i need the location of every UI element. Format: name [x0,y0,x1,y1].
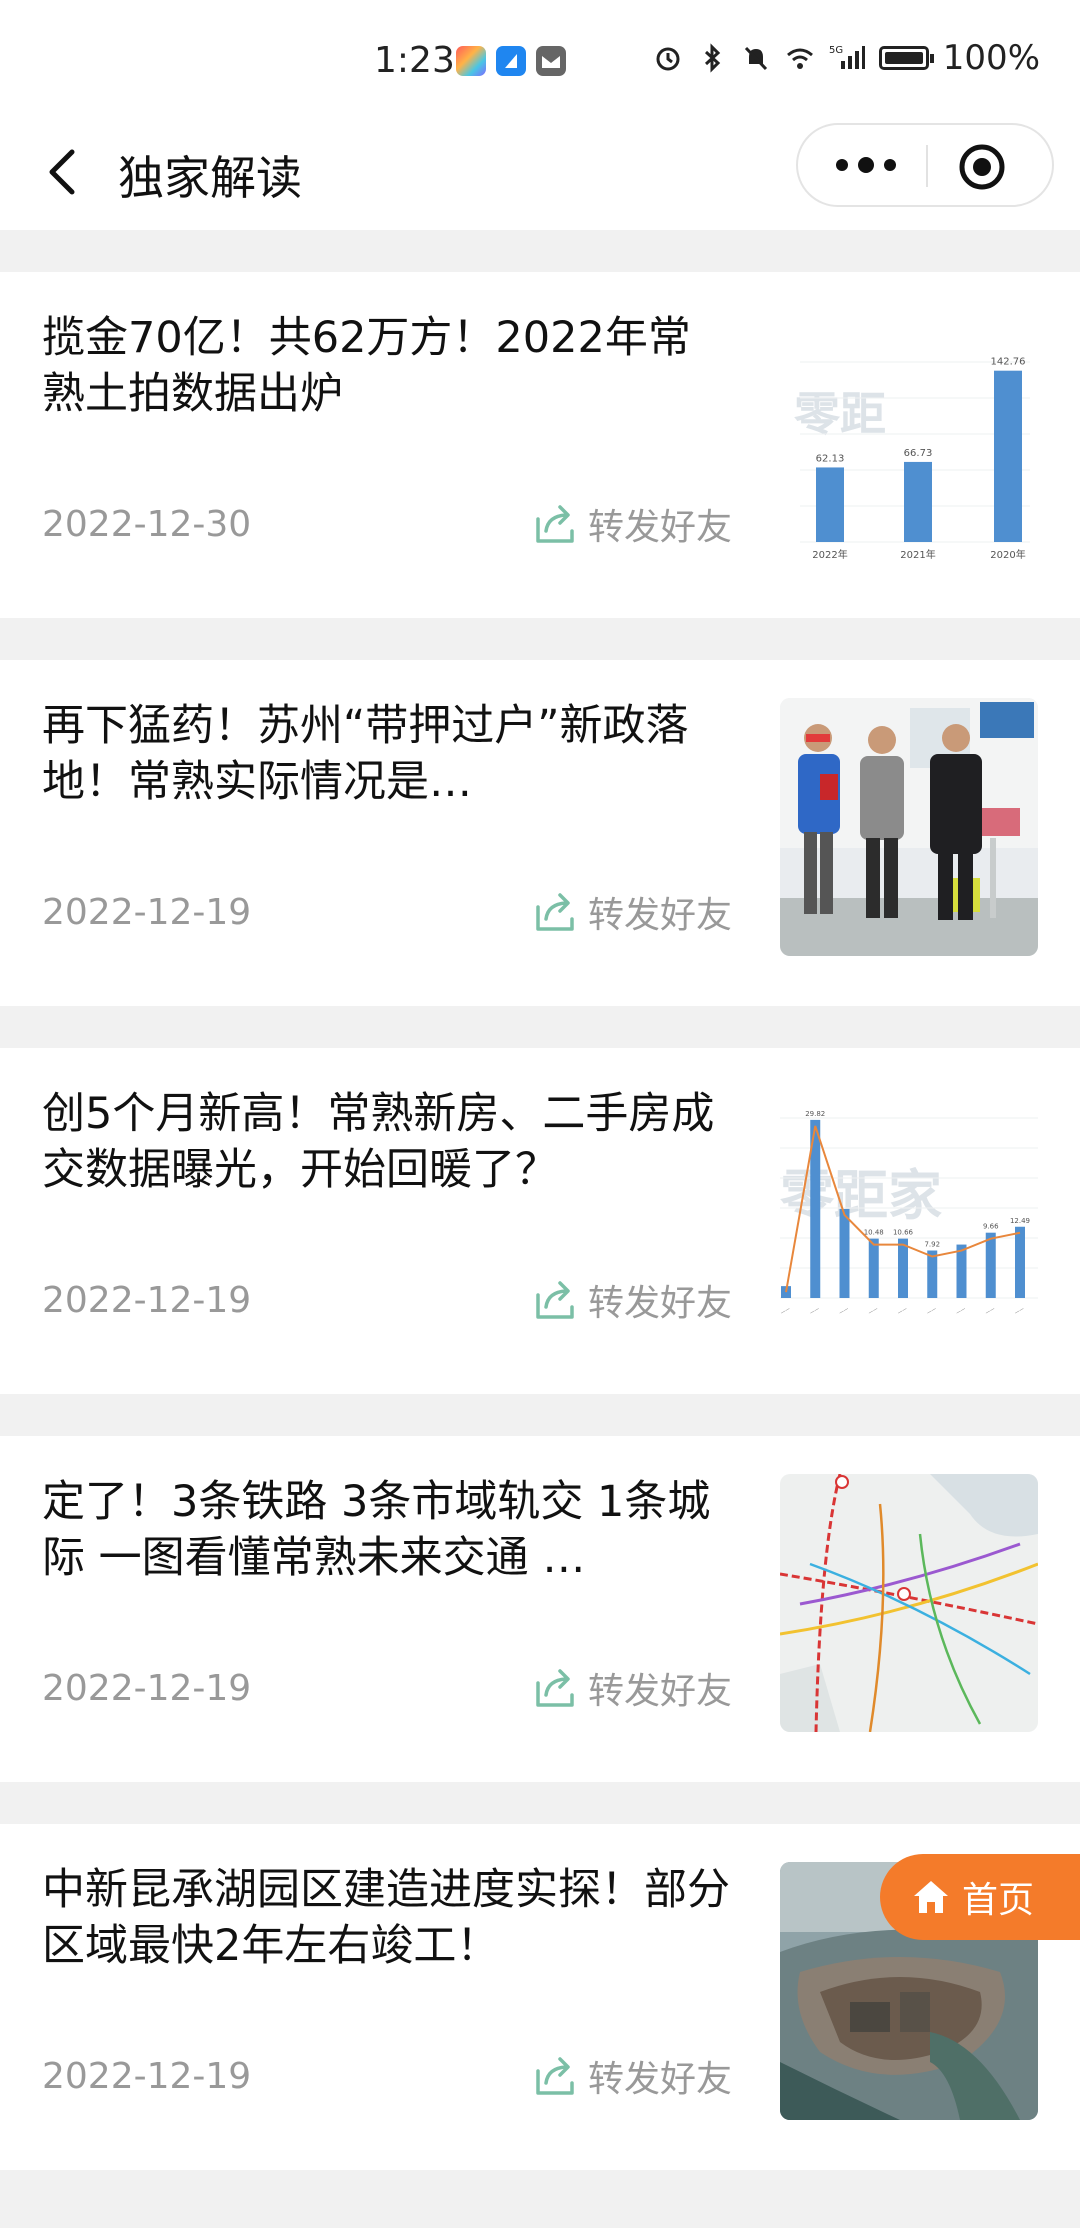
bar-value-label: 12.49 [1010,1217,1030,1225]
chart-watermark: 零距家 [780,1164,942,1227]
bar-value-label: 62.13 [816,453,845,464]
article-card[interactable]: 创5个月新高！常熟新房、二手房成交数据曝光，开始回暖了？ 2022-12-19 转发… [0,1048,1080,1394]
share-label: 转发好友 [588,507,733,548]
article-card[interactable]: 定了！3条铁路 3条市域轨交 1条城际 一图看懂常熟未来交通 … 2022-12-… [0,1436,1080,1782]
capsule-divider [926,145,928,187]
status-right: 5G 100% [653,38,1040,78]
alarm-icon [656,47,680,71]
bar-category-label: —— [897,1306,909,1316]
chart-bar [839,1208,850,1298]
blue-app-icon [496,46,526,76]
mute-icon [744,46,767,71]
bar-category-label: —— [838,1306,850,1316]
share-button[interactable]: 转发好友 [532,888,732,936]
share-icon [536,505,574,543]
share-label: 转发好友 [588,2059,733,2100]
signal-5g-icon: 5G [829,45,865,69]
article-date: 2022-12-19 [42,2056,252,2097]
bar-category-label: 2020年 [990,548,1025,561]
bar-value-label: 10.48 [864,1229,884,1237]
article-card[interactable]: 再下猛药！苏州“带押过户”新政落地！常熟实际情况是… 2022-12-19 转发好友 [0,660,1080,1006]
nav-bar: 独家解读 [0,120,1080,230]
bar-value-label: 9.66 [983,1223,999,1231]
chart-bar [927,1250,938,1298]
wifi-icon [786,48,813,69]
article-thumbnail[interactable] [780,1474,1038,1732]
status-bar: 1:23 5G 100% [0,0,1080,120]
map-thumb [780,1474,1038,1732]
article-date: 2022-12-30 [42,504,252,545]
article-thumbnail[interactable]: 零距家 —— 29.82 —— —— 10.48 —— 10.66 —— 7.92 —— —— 9.66… [780,1086,1038,1344]
article-card[interactable]: 揽金70亿！共62万方！2022年常熟土拍数据出炉 2022-12-30 转发好友 零… [0,272,1080,618]
bar-category-label: —— [984,1306,996,1316]
chart-bar [898,1238,908,1298]
share-button[interactable]: 转发好友 [532,1276,732,1324]
share-icon [536,893,574,931]
chart-bar [816,467,844,542]
bar-category-label: 2022年 [812,548,847,561]
article-thumbnail[interactable] [780,698,1038,956]
chart-bar [994,370,1022,542]
bar-value-label: 142.76 [991,357,1026,368]
share-button[interactable]: 转发好友 [532,2052,732,2100]
share-label: 转发好友 [588,1671,733,1712]
status-time: 1:23 [374,40,455,81]
bar-category-label: —— [780,1306,791,1316]
share-icon [536,1281,574,1319]
bar-category-label: —— [867,1306,879,1316]
bar-value-label: 10.66 [893,1229,914,1237]
share-icon [536,1669,574,1707]
bar-category-label: —— [926,1306,938,1316]
battery-icon [878,46,934,70]
chart-bar [1015,1226,1025,1298]
chart-bar [985,1232,996,1298]
thumb-bar-line-chart: 零距家 —— 29.82 —— —— 10.48 —— 10.66 —— 7.92 —— —— 9.66… [780,1110,1038,1316]
share-icon [536,2057,574,2095]
share-label: 转发好友 [588,1283,733,1324]
thumb-bar-chart: 零距 62.13 2022年 66.73 2021年 142.76 2020年 [794,357,1030,561]
close-target-icon[interactable] [958,143,1006,191]
miniprogram-capsule [796,123,1054,207]
gray-mail-icon [536,46,566,76]
article-title[interactable]: 中新昆承湖园区建造进度实探！部分区域最快2年左右竣工！ [42,1862,732,1974]
article-date: 2022-12-19 [42,892,252,933]
bar-value-label: 66.73 [904,448,933,459]
article-date: 2022-12-19 [42,1668,252,1709]
photo-people-thumb [780,698,1038,956]
chart-bar [904,461,932,542]
share-label: 转发好友 [588,895,733,936]
back-chevron-icon[interactable] [36,142,96,202]
home-button[interactable]: 首页 [880,1854,1080,1940]
bar-category-label: —— [1014,1306,1026,1316]
chart-bar [956,1244,967,1298]
more-dots-icon[interactable] [828,145,904,185]
bluetooth-icon [704,43,720,73]
share-button[interactable]: 转发好友 [532,500,732,548]
article-thumbnail[interactable]: 零距 62.13 2022年 66.73 2021年 142.76 2020年 [780,310,1038,568]
chart-watermark: 零距 [794,387,886,441]
bar-category-label: —— [809,1306,821,1316]
article-title[interactable]: 创5个月新高！常熟新房、二手房成交数据曝光，开始回暖了？ [42,1086,732,1198]
article-title[interactable]: 再下猛药！苏州“带押过户”新政落地！常熟实际情况是… [42,698,732,810]
bar-value-label: 29.82 [805,1110,825,1118]
battery-percent: 100% [942,38,1040,78]
home-label: 首页 [962,1880,1035,1921]
colorful-app-icon [456,46,486,76]
page-title: 独家解读 [118,151,302,205]
home-icon [914,1881,948,1913]
svg-text:5G: 5G [829,45,843,56]
chart-bar [868,1238,879,1298]
article-title[interactable]: 定了！3条铁路 3条市域轨交 1条城际 一图看懂常熟未来交通 … [42,1474,732,1586]
bar-value-label: 7.92 [924,1241,940,1249]
article-title[interactable]: 揽金70亿！共62万方！2022年常熟土拍数据出炉 [42,310,732,422]
article-date: 2022-12-19 [42,1280,252,1321]
bar-category-label: —— [955,1306,967,1316]
bar-category-label: 2021年 [900,548,935,561]
share-button[interactable]: 转发好友 [532,1664,732,1712]
